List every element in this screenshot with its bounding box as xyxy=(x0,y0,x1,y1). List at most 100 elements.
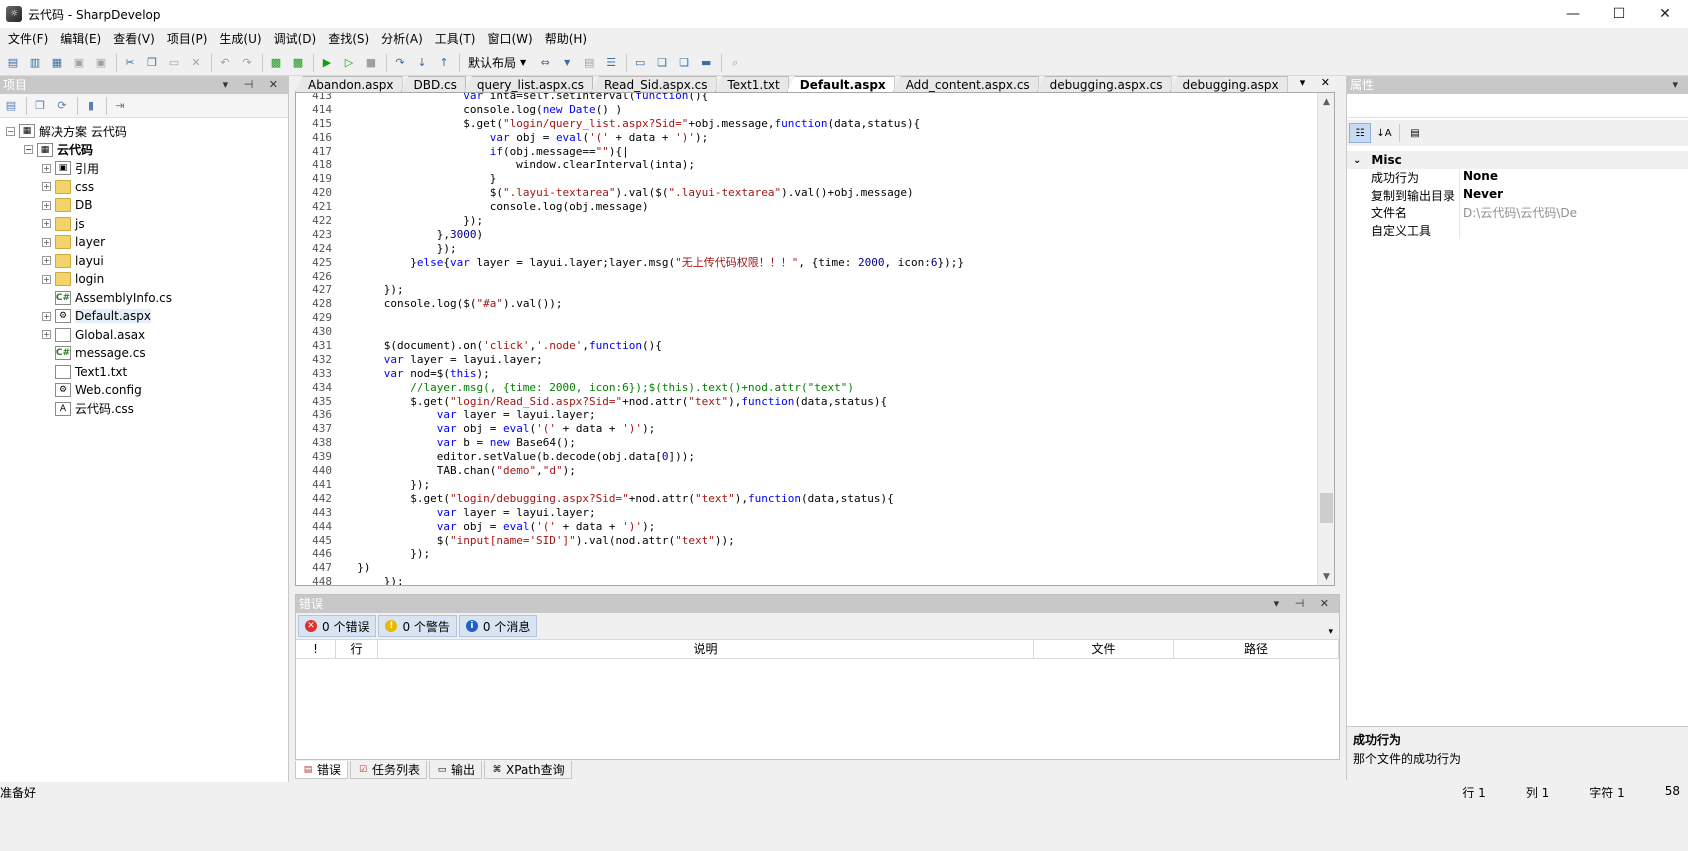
tree-item[interactable]: + ▣ 引用 xyxy=(0,159,288,178)
error-filter-button[interactable]: i0 个消息 xyxy=(458,615,538,637)
expand-icon[interactable]: + xyxy=(42,182,51,192)
document-tab[interactable]: DBD.cs xyxy=(400,76,466,92)
code-line[interactable]: var obj = eval('(' + data + ')'); xyxy=(344,422,1312,436)
code-line[interactable]: console.log($("#a").val()); xyxy=(344,297,1312,311)
build-icon[interactable]: ▩ xyxy=(267,54,285,72)
code-line[interactable]: $.get("login/query_list.aspx?Sid="+obj.m… xyxy=(344,117,1312,131)
column-header[interactable]: ! xyxy=(296,640,336,658)
stop-icon[interactable]: ■ xyxy=(362,54,380,72)
tree-item[interactable]: Text1.txt xyxy=(0,363,288,382)
code-line[interactable]: console.log(new Date() ) xyxy=(344,103,1312,117)
code-line[interactable] xyxy=(344,311,1312,325)
tab-xpath[interactable]: ⌘ XPath查询 xyxy=(484,761,572,779)
code-line[interactable]: if(obj.message==""){| xyxy=(344,145,1312,159)
redo-icon[interactable]: ↷ xyxy=(238,54,256,72)
property-pages-icon[interactable]: ▤ xyxy=(1404,123,1426,143)
window-icon[interactable]: ▭ xyxy=(631,54,649,72)
document-tab[interactable]: debugging.aspx.cs xyxy=(1036,76,1172,92)
code-line[interactable]: },3000) xyxy=(344,228,1312,242)
minimize-icon[interactable]: — xyxy=(1550,0,1596,28)
chevron-down-icon[interactable]: ⌄ xyxy=(1353,155,1361,166)
navigate-icon[interactable]: ⇔ xyxy=(536,54,554,72)
code-line[interactable]: var layer = layui.layer; xyxy=(344,353,1312,367)
copy-path-icon[interactable]: ❐ xyxy=(31,97,49,115)
run-without-debug-icon[interactable]: ▷ xyxy=(340,54,358,72)
code-line[interactable]: }); xyxy=(344,547,1312,561)
code-line[interactable]: var layer = layui.layer; xyxy=(344,408,1312,422)
scroll-thumb[interactable] xyxy=(1320,493,1333,523)
object-selector[interactable] xyxy=(1347,96,1688,118)
scroll-down-icon[interactable]: ▼ xyxy=(1318,568,1334,585)
run-icon[interactable]: ▶ xyxy=(318,54,336,72)
open-file-icon[interactable]: ▥ xyxy=(26,54,44,72)
cut-icon[interactable]: ✂ xyxy=(121,54,139,72)
menu-view[interactable]: 查看(V) xyxy=(107,28,161,50)
refresh-icon[interactable]: ⟳ xyxy=(53,97,71,115)
code-line[interactable]: }); xyxy=(344,575,1312,585)
code-line[interactable]: $("input[name='SID']").val(nod.attr("tex… xyxy=(344,534,1312,548)
panel-header-icons[interactable]: ▾ xyxy=(1672,76,1684,94)
paste-icon[interactable]: ▭ xyxy=(165,54,183,72)
document-tab[interactable]: Read_Sid.aspx.cs xyxy=(590,76,717,92)
vertical-scrollbar[interactable]: ▲ ▼ xyxy=(1317,93,1334,585)
code-line[interactable]: editor.setValue(b.decode(obj.data[0])); xyxy=(344,450,1312,464)
copy-icon[interactable]: ❐ xyxy=(143,54,161,72)
code-line[interactable]: //layer.msg(, {time: 2000, icon:6});$(th… xyxy=(344,381,1312,395)
window2-icon[interactable]: ❏ xyxy=(653,54,671,72)
expand-icon[interactable]: + xyxy=(42,200,51,210)
property-row[interactable]: 成功行为 None xyxy=(1347,169,1688,187)
bookmark-icon[interactable]: ▤ xyxy=(580,54,598,72)
step-into-icon[interactable]: ↓ xyxy=(413,54,431,72)
tab-controls[interactable]: ▾ ✕ xyxy=(1300,76,1336,89)
document-tab[interactable]: Text1.txt xyxy=(714,76,789,92)
collapse-icon[interactable]: − xyxy=(6,126,15,136)
close-icon[interactable]: ✕ xyxy=(1642,0,1688,28)
save-all-icon[interactable]: ▣ xyxy=(92,54,110,72)
code-line[interactable]: console.log(obj.message) xyxy=(344,200,1312,214)
property-value[interactable]: D:\云代码\云代码\De xyxy=(1459,204,1688,222)
code-line[interactable]: var obj = eval('(' + data + ')'); xyxy=(344,520,1312,534)
tab-task-list[interactable]: ☑ 任务列表 xyxy=(350,761,428,779)
expand-icon[interactable]: + xyxy=(42,311,51,321)
categorized-icon[interactable]: ☷ xyxy=(1349,123,1371,143)
layout-combo[interactable]: 默认布局 ▼ xyxy=(464,54,530,72)
tree-item[interactable]: + DB xyxy=(0,196,288,215)
dropdown-icon[interactable]: ▼ xyxy=(558,54,576,72)
find-icon[interactable]: ⌕ xyxy=(726,54,744,72)
panel-header-icons[interactable]: ▾ ⊣ ✕ xyxy=(223,76,284,94)
tree-item[interactable]: + Global.asax xyxy=(0,326,288,345)
menu-project[interactable]: 项目(P) xyxy=(161,28,214,50)
property-category[interactable]: ⌄ Misc xyxy=(1347,151,1688,169)
step-out-icon[interactable]: ↑ xyxy=(435,54,453,72)
code-line[interactable] xyxy=(344,325,1312,339)
property-value[interactable]: Never xyxy=(1459,186,1688,204)
code-line[interactable]: TAB.chan("demo","d"); xyxy=(344,464,1312,478)
document-tab[interactable]: Default.aspx xyxy=(786,76,895,92)
new-file-icon[interactable]: ▤ xyxy=(4,54,22,72)
window4-icon[interactable]: ▬ xyxy=(697,54,715,72)
format-icon[interactable]: ☰ xyxy=(602,54,620,72)
expand-icon[interactable]: + xyxy=(42,274,51,284)
window3-icon[interactable]: ❏ xyxy=(675,54,693,72)
tree-item[interactable]: ⚙ Web.config xyxy=(0,381,288,400)
code-line[interactable]: var b = new Base64(); xyxy=(344,436,1312,450)
tree-item[interactable]: + js xyxy=(0,215,288,234)
tree-item[interactable]: + layui xyxy=(0,252,288,271)
menu-file[interactable]: 文件(F) xyxy=(2,28,54,50)
tab-output[interactable]: ▭ 输出 xyxy=(429,761,483,779)
tree-item[interactable]: + css xyxy=(0,178,288,197)
code-line[interactable]: window.clearInterval(inta); xyxy=(344,158,1312,172)
code-line[interactable]: $(".layui-textarea").val($(".layui-texta… xyxy=(344,186,1312,200)
tree-item[interactable]: + ⚙ Default.aspx xyxy=(0,307,288,326)
code-editor[interactable]: 413 414 415 416 417 418 419 420 421 422 423 424 425 4… xyxy=(295,92,1335,586)
code-line[interactable]: }); xyxy=(344,283,1312,297)
document-tab[interactable]: query_list.aspx.cs xyxy=(463,76,593,92)
tree-item[interactable]: C# message.cs xyxy=(0,344,288,363)
code-line[interactable]: $.get("login/Read_Sid.aspx?Sid="+nod.att… xyxy=(344,395,1312,409)
code-line[interactable]: var inta=self.setInterval(function(){ xyxy=(344,93,1312,103)
code-line[interactable]: $(document).on('click','.node',function(… xyxy=(344,339,1312,353)
menu-edit[interactable]: 编辑(E) xyxy=(54,28,107,50)
error-filter-button[interactable]: ! 0 个警告 xyxy=(378,615,457,637)
save-icon[interactable]: ▣ xyxy=(70,54,88,72)
tab-errors[interactable]: ▤ 错误 xyxy=(295,761,349,779)
